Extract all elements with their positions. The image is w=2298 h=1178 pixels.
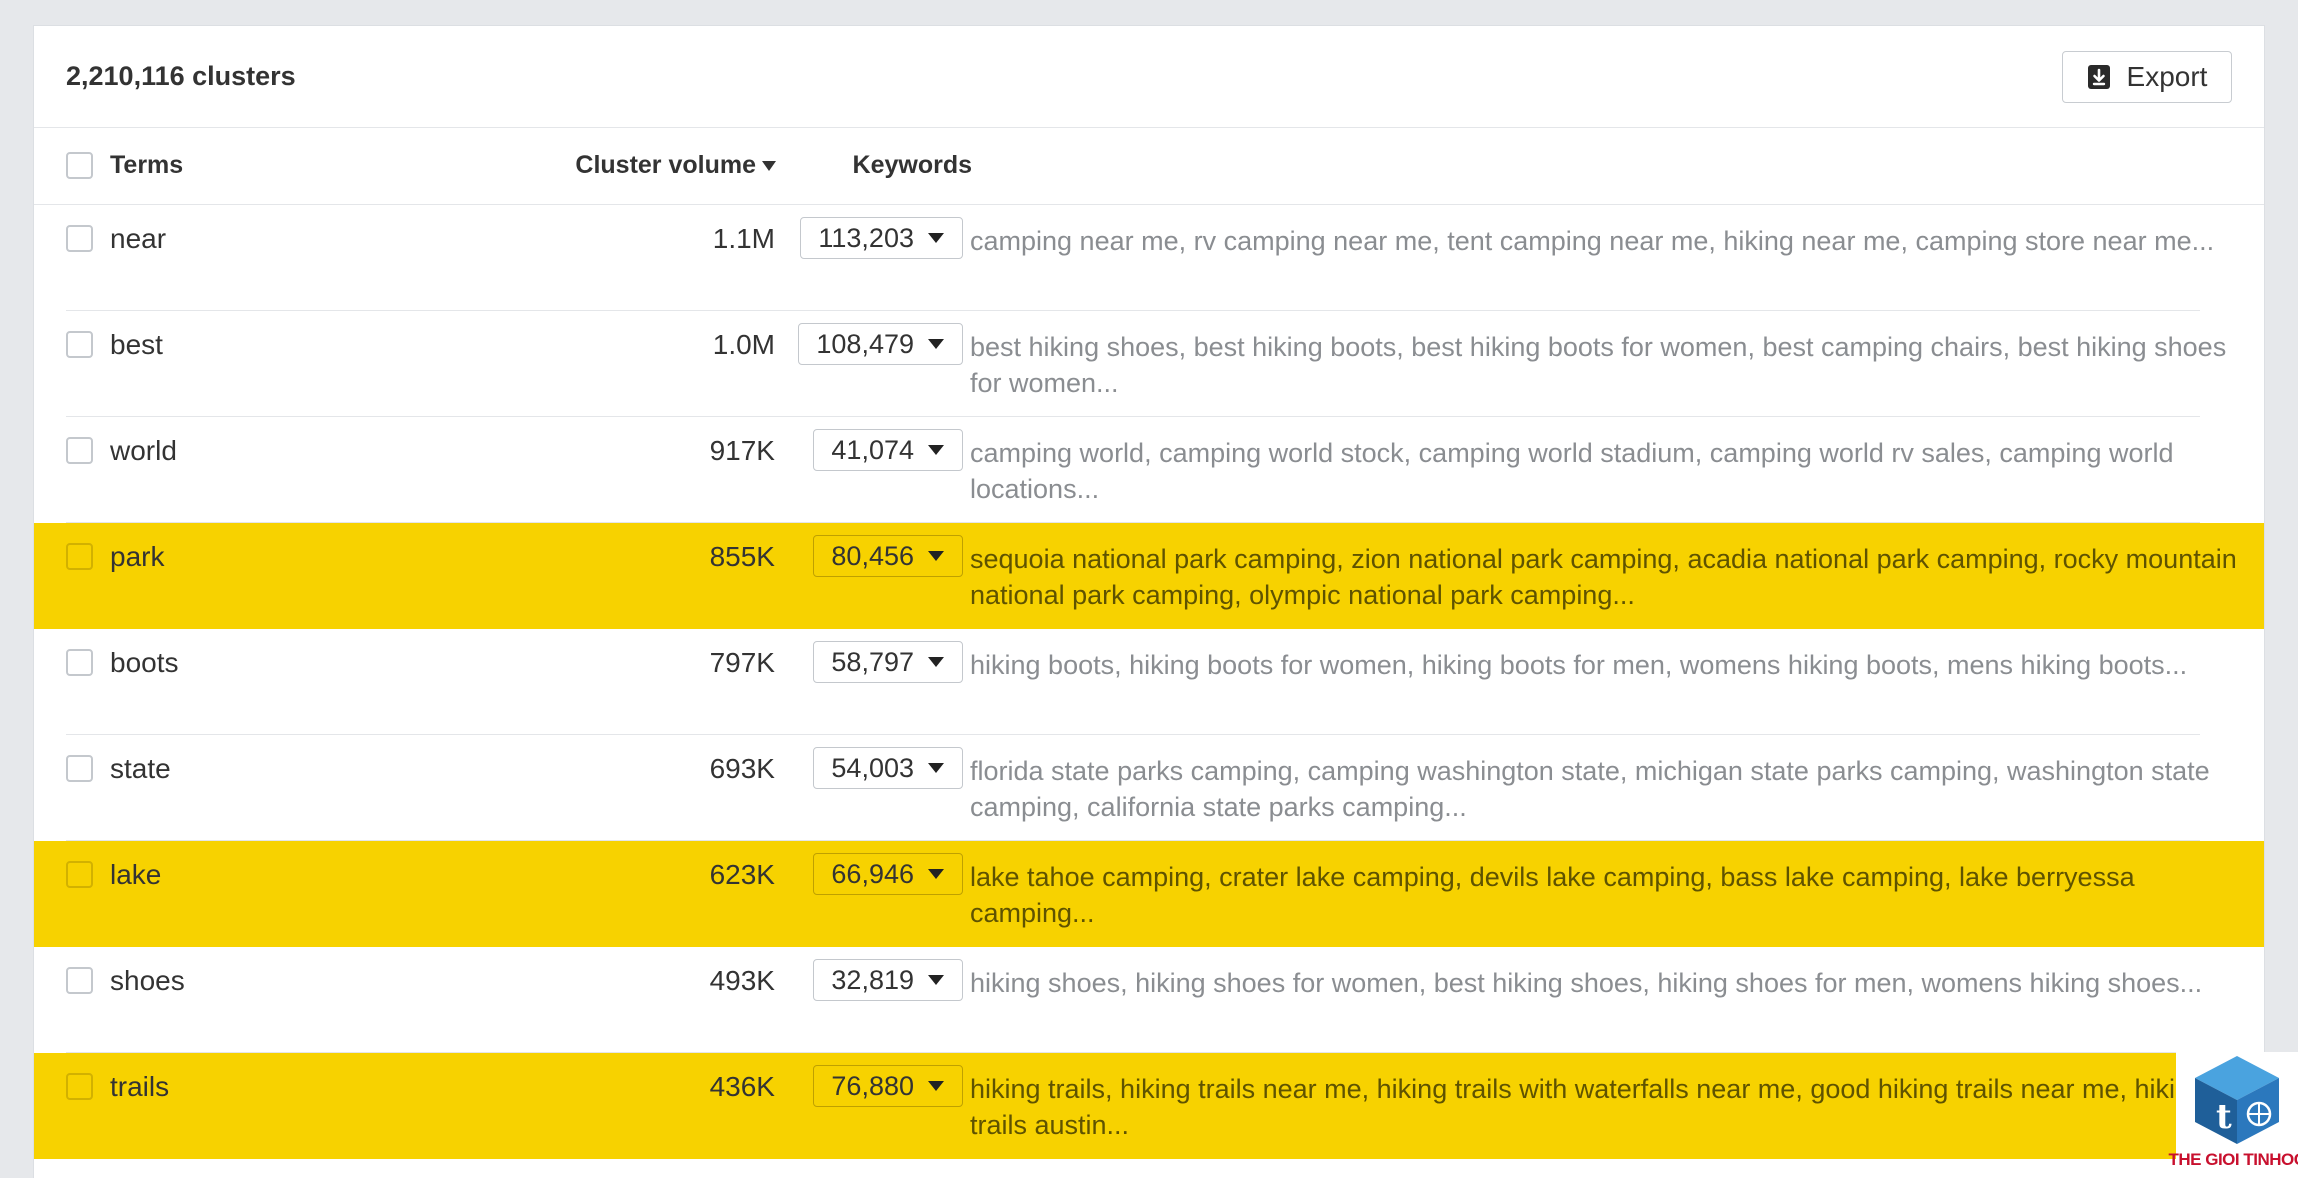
cluster-volume-cell: 797K	[709, 647, 775, 678]
table-row[interactable]: best 1.0M 108,479 best hiking shoes, best h…	[34, 311, 2264, 417]
keywords-count: 76,880	[831, 1070, 914, 1101]
table-row[interactable]: world 917K 41,074 camping world, camping wo…	[34, 417, 2264, 523]
table-row[interactable]: boots 797K 58,797 hiking boots, hiking boot…	[34, 629, 2264, 735]
term-cell[interactable]: park	[110, 541, 164, 573]
cluster-volume-cell: 1.1M	[712, 223, 775, 254]
keywords-preview: hiking shoes, hiking shoes for women, be…	[970, 968, 2203, 998]
keywords-preview: hiking trails, hiking trails near me, hi…	[970, 1074, 2206, 1140]
row-checkbox[interactable]	[66, 755, 93, 782]
cluster-volume-label: Cluster volume	[575, 151, 756, 179]
keywords-count-dropdown[interactable]: 76,880	[813, 1065, 963, 1107]
watermark-text: THE GIOI TINHOC	[2168, 1150, 2298, 1169]
cluster-count: 2,210,116 clusters	[66, 61, 296, 91]
term-cell[interactable]: lake	[110, 859, 161, 891]
cluster-volume-cell: 855K	[709, 541, 775, 572]
chevron-down-icon	[928, 657, 944, 667]
watermark-logo: t THE GIOI TINHOC	[2169, 1052, 2298, 1178]
term-cell[interactable]: state	[110, 753, 171, 785]
keywords-preview: best hiking shoes, best hiking boots, be…	[970, 332, 2227, 398]
cluster-volume-cell: 917K	[709, 435, 775, 466]
keywords-preview: camping near me, rv camping near me, ten…	[970, 226, 2215, 256]
row-checkbox[interactable]	[66, 861, 93, 888]
row-checkbox[interactable]	[66, 1073, 93, 1100]
cluster-volume-cell: 623K	[709, 859, 775, 890]
chevron-down-icon	[928, 869, 944, 879]
keywords-count: 32,819	[831, 964, 914, 995]
cluster-volume-cell: 693K	[709, 753, 775, 784]
cluster-volume-cell: 493K	[709, 965, 775, 996]
column-header-cluster-volume[interactable]: Cluster volume	[534, 151, 776, 180]
table-row[interactable]: shoes 493K 32,819 hiking shoes, hiking shoe…	[34, 947, 2264, 1053]
row-checkbox[interactable]	[66, 437, 93, 464]
table-row[interactable]: near 1.1M 113,203 camping near me, rv campi…	[34, 205, 2264, 311]
keywords-preview: florida state parks camping, camping was…	[970, 756, 2210, 822]
download-icon	[2087, 65, 2110, 89]
chevron-down-icon	[928, 445, 944, 455]
keywords-count-dropdown[interactable]: 113,203	[800, 217, 963, 259]
row-checkbox[interactable]	[66, 649, 93, 676]
cluster-volume-cell: 436K	[709, 1071, 775, 1102]
panel-header: 2,210,116 clusters Export	[34, 26, 2264, 128]
chevron-down-icon	[928, 233, 944, 243]
term-cell[interactable]: best	[110, 329, 163, 361]
export-button[interactable]: Export	[2062, 51, 2232, 103]
chevron-down-icon	[928, 1081, 944, 1091]
table-row[interactable]: trails 436K 76,880 hiking trails, hiking tr…	[34, 1053, 2264, 1159]
keywords-count: 58,797	[831, 646, 914, 677]
keywords-count-dropdown[interactable]: 80,456	[813, 535, 963, 577]
chevron-down-icon	[928, 763, 944, 773]
term-cell[interactable]: world	[110, 435, 177, 467]
keywords-count-dropdown[interactable]: 108,479	[798, 323, 963, 365]
keywords-preview: camping world, camping world stock, camp…	[970, 438, 2174, 504]
column-header-keywords: Keywords	[852, 151, 972, 179]
cube-logo-icon: t	[2195, 1056, 2279, 1144]
row-checkbox[interactable]	[66, 225, 93, 252]
select-all-checkbox[interactable]	[66, 152, 93, 179]
table-row[interactable]: park 855K 80,456 sequoia national park camp…	[34, 523, 2264, 629]
export-label: Export	[2126, 61, 2208, 92]
chevron-down-icon	[928, 975, 944, 985]
keywords-count: 66,946	[831, 858, 914, 889]
cluster-volume-cell: 1.0M	[712, 329, 775, 360]
term-cell[interactable]: boots	[110, 647, 179, 679]
keywords-count-dropdown[interactable]: 54,003	[813, 747, 963, 789]
chevron-down-icon	[928, 339, 944, 349]
table-row[interactable]: lake 623K 66,946 lake tahoe camping, crater…	[34, 841, 2264, 947]
keywords-count: 41,074	[831, 434, 914, 465]
keyword-clusters-panel: 2,210,116 clusters Export Terms Cluster …	[33, 25, 2265, 1178]
keywords-preview: hiking boots, hiking boots for women, hi…	[970, 650, 2188, 680]
keywords-preview: sequoia national park camping, zion nati…	[970, 544, 2237, 610]
keywords-count-dropdown[interactable]: 66,946	[813, 853, 963, 895]
keywords-count-dropdown[interactable]: 58,797	[813, 641, 963, 683]
term-cell[interactable]: trails	[110, 1071, 169, 1103]
row-checkbox[interactable]	[66, 331, 93, 358]
row-checkbox[interactable]	[66, 967, 93, 994]
term-cell[interactable]: near	[110, 223, 166, 255]
keywords-count-dropdown[interactable]: 41,074	[813, 429, 963, 471]
chevron-down-icon	[928, 551, 944, 561]
term-cell[interactable]: shoes	[110, 965, 185, 997]
row-checkbox[interactable]	[66, 543, 93, 570]
table-header: Terms Cluster volume Keywords	[34, 128, 2264, 205]
keywords-preview: lake tahoe camping, crater lake camping,…	[970, 862, 2135, 928]
table-body: near 1.1M 113,203 camping near me, rv campi…	[34, 205, 2264, 1159]
keywords-count: 108,479	[816, 328, 914, 359]
keywords-count-dropdown[interactable]: 32,819	[813, 959, 963, 1001]
table-row[interactable]: state 693K 54,003 florida state parks campi…	[34, 735, 2264, 841]
keywords-count: 80,456	[831, 540, 914, 571]
keywords-count: 113,203	[818, 222, 914, 253]
keywords-count: 54,003	[831, 752, 914, 783]
column-header-terms: Terms	[110, 151, 184, 179]
svg-text:t: t	[2216, 1097, 2232, 1137]
